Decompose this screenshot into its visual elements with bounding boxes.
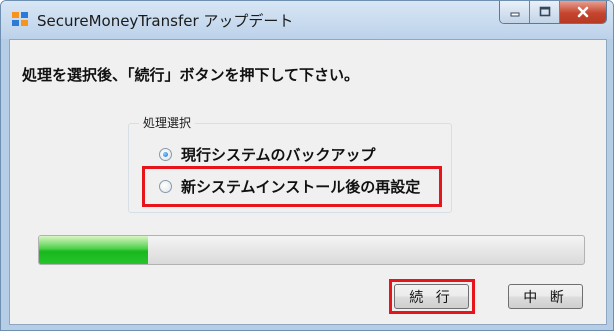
abort-button[interactable]: 中 断 (508, 284, 583, 309)
highlight-box-continue (389, 279, 475, 314)
radio-label-backup: 現行システムのバックアップ (181, 146, 376, 164)
radio-button-selected[interactable] (159, 148, 172, 161)
progress-bar (38, 235, 585, 265)
minimize-button[interactable] (500, 1, 530, 23)
window-title: SecureMoneyTransfer アップデート (37, 12, 294, 30)
close-icon (577, 6, 589, 18)
highlight-box-option (142, 166, 442, 207)
close-button[interactable] (560, 1, 606, 23)
title-bar: SecureMoneyTransfer アップデート (1, 1, 613, 39)
maximize-icon (539, 6, 550, 17)
radio-option-backup[interactable]: 現行システムのバックアップ (159, 144, 376, 165)
progress-fill (39, 236, 148, 264)
instruction-text: 処理を選択後、「続行」ボタンを押下して下さい。 (22, 66, 360, 84)
app-icon (12, 12, 28, 26)
client-area: 処理を選択後、「続行」ボタンを押下して下さい。 処理選択 現行システムのバックア… (9, 39, 607, 325)
update-window: SecureMoneyTransfer アップデート 処理を選択後、「続行」ボタ… (0, 0, 614, 331)
maximize-button[interactable] (530, 1, 560, 23)
minimize-icon (510, 12, 519, 17)
group-label: 処理選択 (139, 114, 196, 131)
caption-buttons (499, 1, 607, 24)
